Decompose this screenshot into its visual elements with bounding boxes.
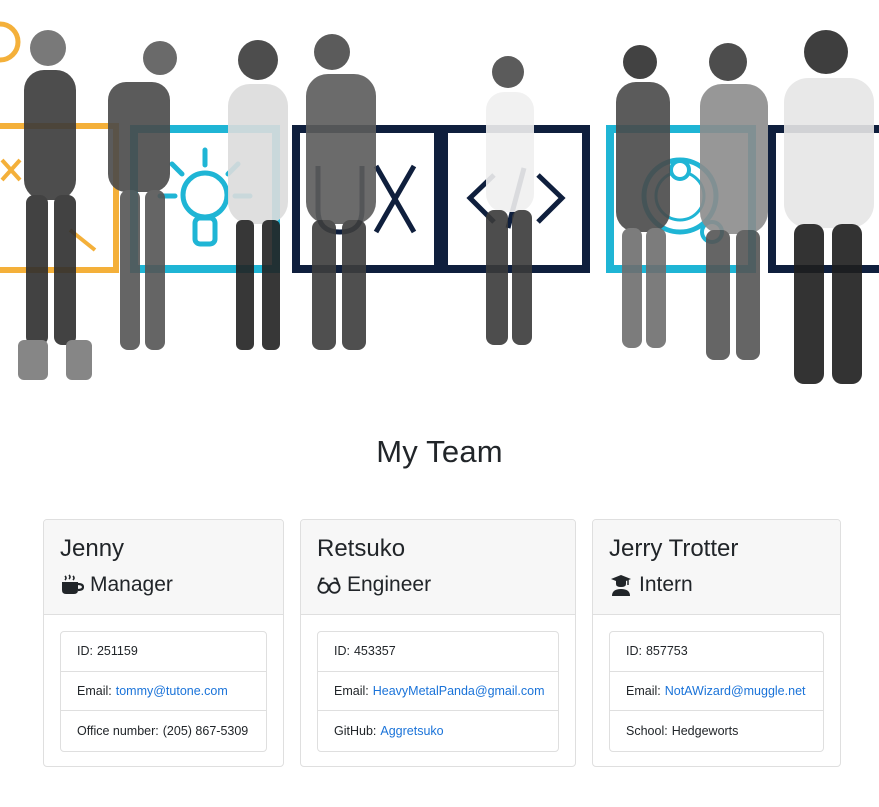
- hero-illustration: [0, 21, 879, 384]
- employee-role-label: Intern: [639, 573, 693, 596]
- hero-banner: [0, 0, 879, 400]
- card-body: ID: 857753 Email: NotAWizard@muggle.net …: [593, 615, 840, 766]
- employee-name: Jerry Trotter: [609, 535, 739, 562]
- employee-email: Email: HeavyMetalPanda@gmail.com: [318, 672, 558, 711]
- employee-id: ID: 857753: [610, 632, 823, 672]
- card-header: Jenny Manager: [44, 520, 283, 615]
- employee-role-label: Manager: [90, 573, 173, 596]
- page-title: My Team: [376, 434, 503, 469]
- employee-card-engineer: Retsuko Engineer ID: 453357 Email: Heavy…: [300, 519, 576, 767]
- employee-role: Manager: [60, 570, 267, 600]
- card-header: Jerry Trotter Intern: [593, 520, 840, 615]
- employee-card-manager: Jenny Manager ID: 251159 Email: tommy@tu…: [43, 519, 284, 767]
- employee-name: Jenny: [60, 535, 125, 562]
- employee-office-number: Office number: (205) 867-5309: [77, 723, 249, 738]
- employee-email: Email: tommy@tutone.com: [61, 672, 266, 711]
- employee-name: Retsuko: [317, 535, 406, 562]
- email-link[interactable]: NotAWizard@muggle.net: [665, 684, 806, 698]
- employee-school: School: Hedgeworts: [626, 723, 739, 738]
- coffee-mug-icon: [60, 574, 84, 596]
- employee-details-list: ID: 453357 Email: HeavyMetalPanda@gmail.…: [317, 631, 559, 752]
- employee-email: Email: NotAWizard@muggle.net: [610, 672, 823, 711]
- card-header: Retsuko Engineer: [301, 520, 575, 615]
- employee-details-list: ID: 251159 Email: tommy@tutone.com Offic…: [60, 631, 267, 752]
- card-body: ID: 251159 Email: tommy@tutone.com Offic…: [44, 615, 283, 766]
- employee-role: Engineer: [317, 570, 559, 600]
- employee-role: Intern: [609, 570, 824, 600]
- employee-id: ID: 453357: [318, 632, 558, 672]
- github-link[interactable]: Aggretsuko: [380, 724, 443, 738]
- employee-id: ID: 251159: [61, 632, 266, 672]
- glasses-icon: [317, 574, 341, 596]
- card-body: ID: 453357 Email: HeavyMetalPanda@gmail.…: [301, 615, 575, 766]
- employee-role-label: Engineer: [347, 573, 432, 596]
- email-link[interactable]: HeavyMetalPanda@gmail.com: [373, 684, 545, 698]
- email-link[interactable]: tommy@tutone.com: [116, 684, 228, 698]
- employee-github: GitHub: Aggretsuko: [334, 723, 444, 738]
- employee-card-intern: Jerry Trotter Intern ID: 857753 Email: N…: [592, 519, 841, 767]
- employee-details-list: ID: 857753 Email: NotAWizard@muggle.net …: [609, 631, 824, 752]
- graduate-icon: [609, 574, 633, 596]
